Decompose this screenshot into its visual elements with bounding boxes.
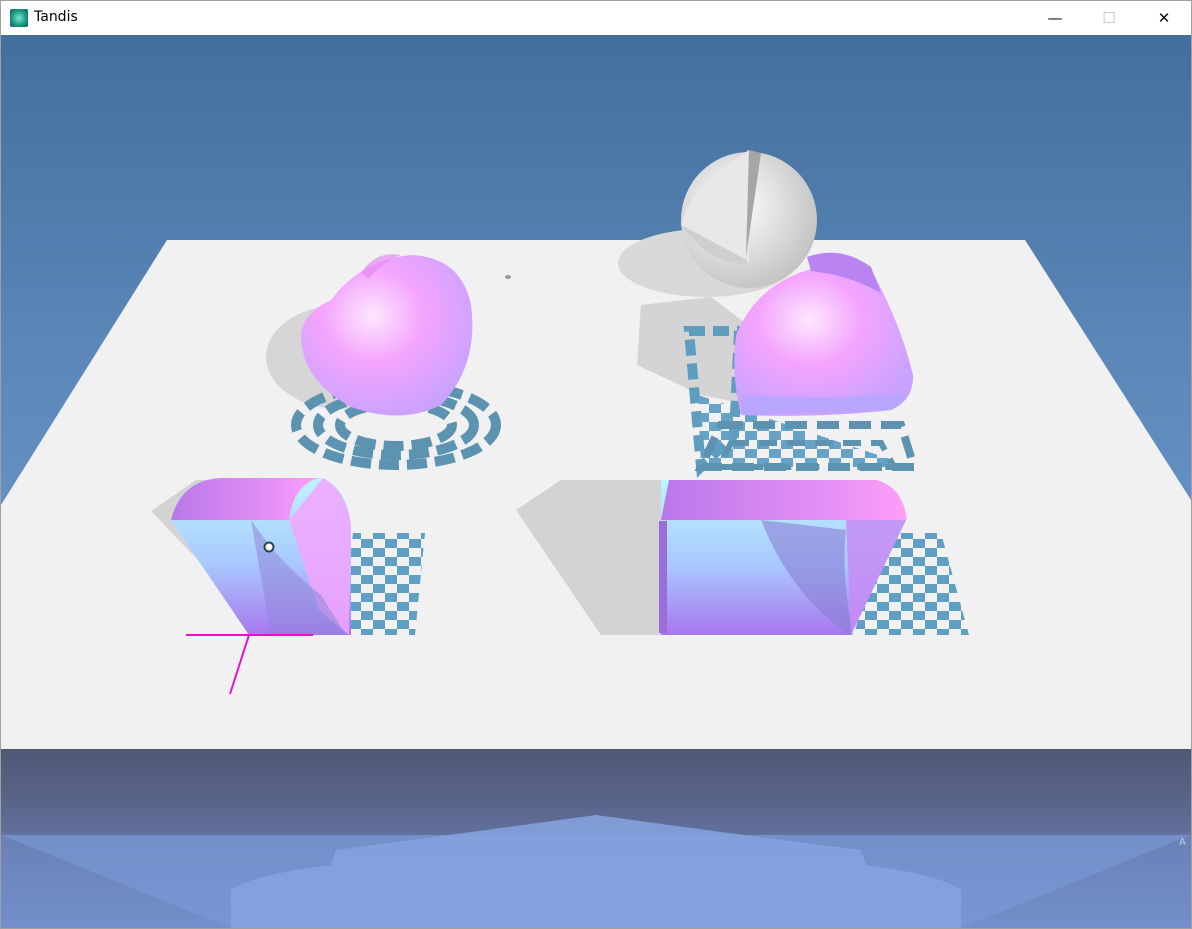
app-icon [10,9,28,27]
window-title: Tandis [34,9,78,25]
title-bar[interactable]: Tandis — ☐ ✕ [1,1,1191,35]
close-button[interactable]: ✕ [1137,1,1191,35]
checkerboard-left [341,533,425,635]
app-window: Tandis — ☐ ✕ A [0,0,1192,929]
scene: A [1,150,1191,928]
svg-text:A: A [1179,837,1186,848]
maximize-button[interactable]: ☐ [1082,1,1136,35]
minimize-button[interactable]: — [1028,1,1082,35]
maximize-icon: ☐ [1102,9,1116,27]
cursor-handle[interactable] [263,541,275,553]
marker-dot [505,275,511,279]
minimize-icon: — [1047,9,1063,27]
3d-viewport[interactable]: A [1,35,1191,928]
close-icon: ✕ [1157,9,1171,27]
cut-sphere [681,150,817,288]
